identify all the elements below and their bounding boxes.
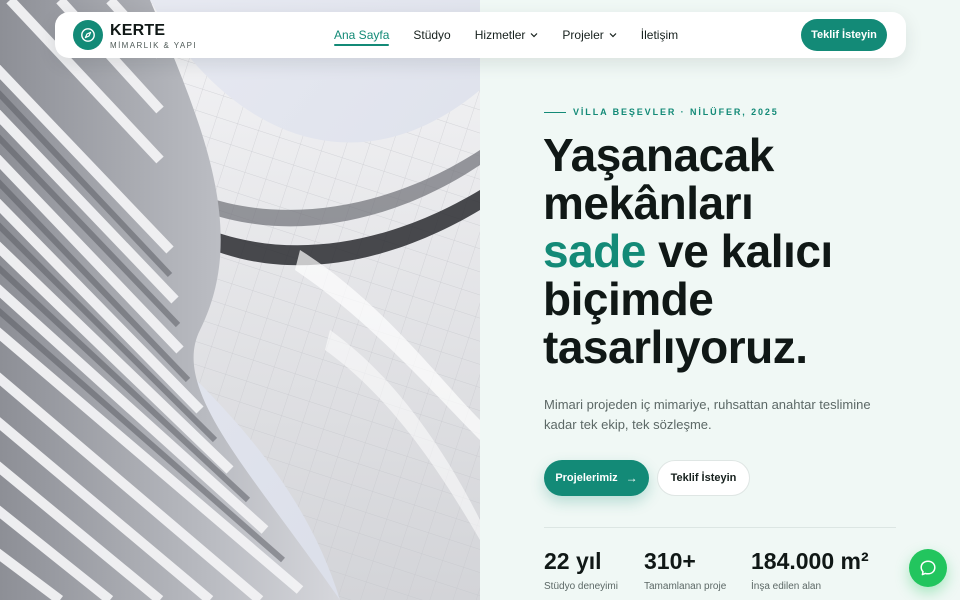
hero-headline: Yaşanacak mekânları sade ve kalıcı biçim… [543,131,943,371]
stat-value: 22 yıl [544,548,602,574]
top-navbar: KERTE MİMARLIK & YAPI Ana Sayfa Stüdyo H… [55,12,906,58]
projects-button[interactable]: Projelerimiz → [544,460,649,496]
eyebrow-divider [544,111,566,113]
headline-line-5: tasarlıyoruz. [543,321,808,373]
chevron-down-icon [609,33,617,38]
nav-item-label: Hizmetler [474,28,526,42]
stat-projects: 310+ Tamamlanan proje [644,547,726,592]
stat-label: Tamamlanan proje [644,581,727,592]
headline-accent-word: sade [543,225,646,277]
stat-area: 184.000 m² İnşa edilen alan [751,547,869,592]
headline-line-2: mekânları [543,177,754,229]
main-nav: Ana Sayfa Stüdyo Hizmetler Projeler İlet… [334,12,678,58]
arrow-right-icon: → [625,471,638,485]
project-eyebrow: VİLLA BEŞEVLER · NİLÜFER, 2025 [544,107,779,117]
stat-value: 310+ [644,548,696,574]
compass-icon [81,28,95,42]
brand-tagline: MİMARLIK & YAPI [110,41,197,50]
nav-item-services[interactable]: Hizmetler [475,12,539,58]
chevron-down-icon [530,33,538,38]
stat-label: Stüdyo deneyimi [544,581,618,592]
architecture-photo [0,0,480,600]
hero-image [0,0,480,600]
nav-item-studio[interactable]: Stüdyo [413,12,450,58]
headline-line-3-rest: ve kalıcı [645,225,833,277]
logo[interactable] [73,20,103,50]
projects-button-label: Projelerimiz [555,472,618,484]
nav-item-label: Stüdyo [413,28,451,42]
nav-item-projects[interactable]: Projeler [562,12,617,58]
headline-line-4: biçimde [543,273,714,325]
chat-button[interactable] [909,549,947,587]
nav-item-home[interactable]: Ana Sayfa [334,12,390,58]
stat-experience: 22 yıl Stüdyo deneyimi [544,547,618,592]
request-quote-secondary-button[interactable]: Teklif İsteyin [657,460,750,496]
eyebrow-text: VİLLA BEŞEVLER · NİLÜFER, 2025 [573,107,779,117]
hero-panel: VİLLA BEŞEVLER · NİLÜFER, 2025 Yaşanacak… [480,0,960,600]
request-quote-secondary-label: Teklif İsteyin [670,472,737,484]
request-quote-button[interactable]: Teklif İsteyin [801,19,887,51]
brand-name: KERTE [110,22,166,39]
nav-item-label: Projeler [562,28,604,42]
stat-label: İnşa edilen alan [751,581,822,592]
nav-item-label: İletişim [640,28,679,42]
chat-bubble-icon [920,560,936,576]
hero-lead: Mimari projeden iç mimariye, ruhsattan a… [544,397,871,432]
nav-item-contact[interactable]: İletişim [641,12,678,58]
stats-divider [544,527,896,528]
headline-line-1: Yaşanacak [543,129,774,181]
nav-item-label: Ana Sayfa [334,28,390,42]
stat-value: 184.000 m² [751,548,869,574]
